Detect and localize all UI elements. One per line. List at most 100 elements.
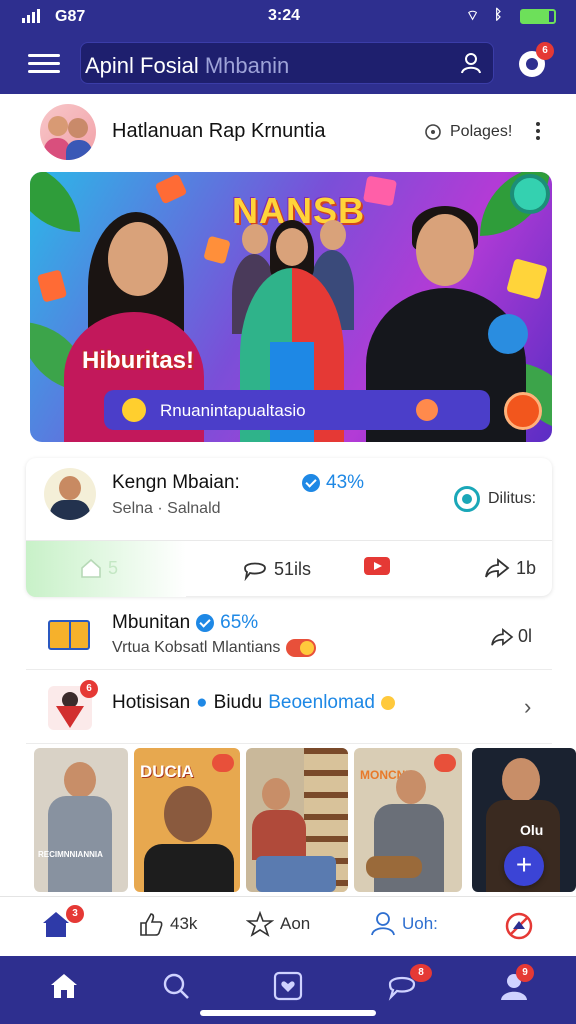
page-header: Hatlanuan Rap Krnuntia Polages!	[0, 96, 576, 168]
user-icon	[371, 912, 395, 936]
like-button[interactable]: 5	[80, 557, 118, 579]
blocked-icon	[505, 912, 533, 940]
app-header: G87 3:24 ⌔ ᛒ Apinl Fosial Mhbanin 6	[0, 0, 576, 94]
promo-banner[interactable]: NANSB Hiburitas! Rnuanintapualtasio	[30, 172, 552, 442]
tab-profile-label: Uoh:	[402, 914, 438, 933]
photo-card[interactable]: MONCNIR	[354, 748, 462, 892]
home-indicator	[200, 1010, 376, 1016]
tab-profile[interactable]: Uoh:	[370, 911, 438, 937]
bluetooth-icon: ᛒ	[494, 6, 503, 22]
power-icon[interactable]	[504, 392, 542, 430]
post-percent: 43%	[326, 472, 365, 493]
comment-count: 51ils	[274, 558, 312, 579]
verified-icon	[302, 474, 320, 492]
home-badge: 3	[66, 905, 84, 923]
row-subtitle: Vrtua Kobsatl Mlantians	[112, 639, 281, 656]
nav-profile[interactable]: 9	[498, 964, 534, 1004]
row-title: Hotisisan	[112, 692, 191, 713]
signal-icon	[22, 9, 40, 23]
nav-search[interactable]	[160, 970, 194, 1004]
row-share-button[interactable]: 0l	[490, 626, 532, 647]
nav-create[interactable]	[272, 970, 306, 1004]
share-count: 1b	[516, 557, 537, 578]
photo-card[interactable]	[246, 748, 348, 892]
banner-cta-label: Rnuanintapualtasio	[160, 401, 306, 420]
row-badge: 6	[80, 680, 98, 698]
tab-favorites[interactable]: Aon	[246, 911, 310, 937]
pages-label: Polages!	[450, 123, 513, 140]
content-tab-bar: 3 43k Aon Uoh:	[0, 896, 576, 954]
carrier-label: G87	[55, 8, 86, 25]
tab-home[interactable]: 3	[40, 905, 84, 939]
target-icon	[425, 124, 441, 140]
profile-search-icon[interactable]	[459, 51, 483, 75]
banner-person-face	[108, 222, 168, 296]
messages-badge: 8	[410, 964, 432, 982]
post-actions: 5 51ils 1b	[26, 540, 552, 597]
emoji-icon	[212, 754, 234, 772]
tab-likes-label: 43k	[170, 914, 198, 933]
search-brand: Apinl Fosial	[85, 53, 199, 78]
photo-caption: DUCIA	[140, 762, 194, 781]
palm-leaf-decoration	[30, 172, 80, 232]
tab-blocked[interactable]	[504, 911, 534, 941]
floating-cube	[36, 269, 68, 303]
lightbulb-icon	[122, 398, 146, 422]
banner-person-face	[276, 228, 308, 266]
youtube-icon	[364, 557, 390, 575]
row-title: Mbunitan	[112, 612, 191, 633]
video-button[interactable]	[364, 557, 390, 575]
comment-button[interactable]: 51ils	[242, 557, 311, 581]
floating-cube	[203, 235, 231, 265]
menu-icon[interactable]	[28, 54, 60, 74]
battery-icon	[520, 9, 556, 24]
page-avatar[interactable]	[40, 104, 96, 160]
wifi-icon: ⌔	[466, 7, 480, 23]
row-link-accent[interactable]: Beoenlomad	[268, 692, 375, 714]
tab-likes[interactable]: 43k	[138, 911, 197, 937]
emoji-icon	[286, 639, 317, 657]
chevron-right-icon[interactable]: ›	[524, 694, 531, 720]
share-button[interactable]: 1b	[484, 557, 536, 579]
list-item[interactable]: Mbunitan 65% Vrtua Kobsatl Mlantians 0l	[26, 598, 552, 670]
notifications-button[interactable]: 6	[516, 42, 554, 80]
banner-person-face	[416, 214, 474, 286]
follow-label: Dilitus:	[488, 490, 537, 507]
photo-card[interactable]: RECIMNNIANNIA	[34, 748, 128, 892]
avatar[interactable]	[44, 468, 96, 520]
add-post-button[interactable]: +	[504, 846, 544, 886]
row-link[interactable]: Biudu	[214, 692, 263, 714]
floating-cube	[154, 173, 188, 205]
like-count: 5	[108, 557, 119, 578]
pages-button[interactable]: Polages!	[424, 123, 512, 141]
floating-cube	[362, 175, 398, 207]
row-percent: 65%	[220, 612, 259, 633]
search-bar[interactable]: Apinl Fosial Mhbanin	[80, 42, 494, 84]
photo-caption: RECIMNNIANNIA	[38, 850, 103, 859]
share-icon	[491, 627, 514, 646]
emoji-icon	[434, 754, 456, 772]
photo-caption: Olu	[520, 822, 544, 838]
list-item[interactable]: 6 Hotisisan ● Biudu Beoenlomad ›	[26, 672, 552, 744]
notification-badge: 6	[536, 42, 554, 60]
row-share-label: 0l	[518, 626, 533, 646]
house-icon	[81, 558, 101, 578]
post-author[interactable]: Kengn Mbaian:	[112, 472, 240, 494]
banner-cta-button[interactable]: Rnuanintapualtasio	[104, 390, 490, 430]
clock: 3:24	[268, 7, 301, 24]
follow-button[interactable]: Dilitus:	[454, 486, 536, 512]
nav-messages[interactable]: 8	[386, 964, 432, 1004]
guitar-icon	[366, 856, 422, 878]
photo-card[interactable]: DUCIA	[134, 748, 240, 892]
more-options-icon[interactable]	[534, 122, 542, 142]
thumbs-up-icon	[140, 913, 163, 936]
emoji-icon	[380, 696, 395, 710]
share-icon	[485, 558, 510, 578]
follow-icon	[454, 486, 480, 512]
book-icon	[48, 620, 90, 650]
status-bar: G87 3:24 ⌔ ᛒ	[0, 0, 576, 34]
banner-tagline: Hiburitas!	[82, 347, 195, 374]
post-subtitle: Selna · Salnald	[112, 500, 221, 517]
nav-home[interactable]	[48, 970, 82, 1004]
floating-cube	[506, 258, 548, 300]
